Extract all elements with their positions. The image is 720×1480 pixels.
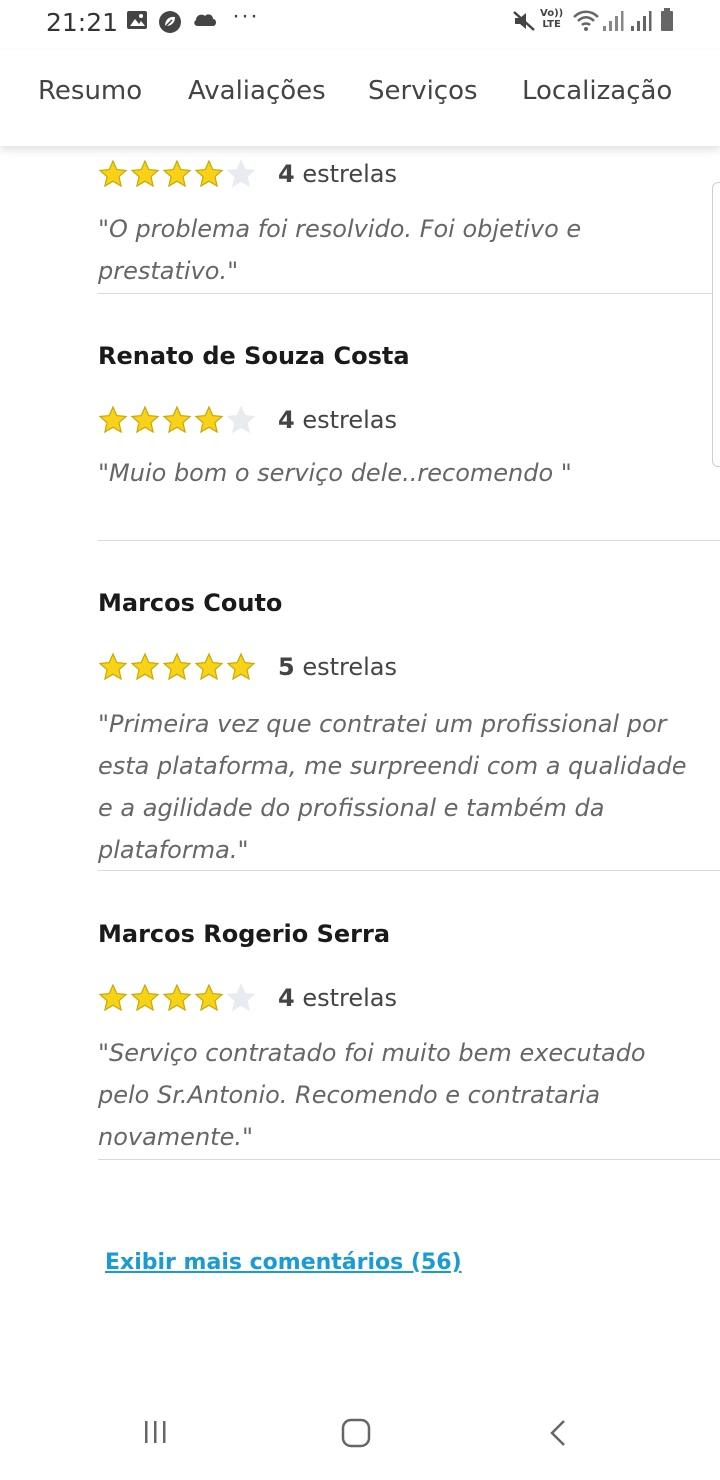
divider — [98, 870, 720, 871]
review-item: Renato de Souza Costa 4 estrelas "Muio b… — [98, 342, 720, 487]
wifi-icon — [572, 10, 600, 32]
rating-number: 4 — [278, 406, 295, 434]
tab-localizacao[interactable]: Localização — [522, 76, 672, 106]
cloud-icon — [192, 10, 218, 28]
divider — [98, 1159, 720, 1160]
review-item: Marcos Rogerio Serra 4 estrelas "Serviço… — [98, 920, 720, 1151]
star-filled-icon — [130, 652, 160, 681]
image-icon — [126, 10, 148, 30]
rating-word: estrelas — [294, 160, 397, 188]
star-empty-icon — [226, 983, 256, 1012]
battery-icon — [660, 8, 674, 32]
rating-text: 4 estrelas — [278, 160, 397, 188]
review-comment: "O problema foi resolvido. Foi objetivo … — [98, 215, 582, 285]
star-empty-icon — [226, 159, 256, 188]
star-filled-icon — [226, 652, 256, 681]
star-filled-icon — [162, 983, 192, 1012]
review-comment: "Muio bom o serviço dele..recomendo " — [98, 459, 572, 487]
volte-icon: Vo)) LTE — [540, 8, 563, 30]
rating-number: 4 — [278, 160, 295, 188]
tab-resumo[interactable]: Resumo — [38, 76, 142, 106]
star-rating: 4 estrelas — [98, 404, 397, 436]
star-filled-icon — [162, 159, 192, 188]
status-time: 21:21 — [46, 8, 119, 37]
star-rating: 5 estrelas — [98, 651, 397, 683]
section-tabs: Resumo Avaliações Serviços Localização — [0, 50, 720, 146]
star-filled-icon — [194, 159, 224, 188]
rating-text: 4 estrelas — [278, 406, 397, 434]
signal-icon — [630, 10, 652, 32]
volte-label-top: Vo)) — [540, 8, 564, 19]
recents-icon[interactable] — [142, 1418, 170, 1446]
show-more-comments-link[interactable]: Exibir mais comentários (56) — [105, 1250, 462, 1275]
review-comment: "Serviço contratado foi muito bem execut… — [98, 1039, 646, 1151]
star-filled-icon — [130, 983, 160, 1012]
rating-word: estrelas — [294, 653, 397, 681]
volte-label-bottom: LTE — [542, 19, 561, 30]
rating-number: 4 — [278, 984, 295, 1012]
star-filled-icon — [130, 159, 160, 188]
review-comment: "Primeira vez que contratei um profissio… — [98, 710, 687, 864]
star-filled-icon — [98, 405, 128, 434]
rating-word: estrelas — [294, 406, 397, 434]
tab-avaliacoes[interactable]: Avaliações — [188, 76, 326, 106]
rating-text: 5 estrelas — [278, 653, 397, 681]
tab-servicos[interactable]: Serviços — [368, 76, 478, 106]
star-filled-icon — [98, 159, 128, 188]
review-item: Marcos Couto 5 estrelas "Primeira vez qu… — [98, 589, 720, 864]
star-rating: 4 estrelas — [98, 982, 397, 1014]
rating-text: 4 estrelas — [278, 984, 397, 1012]
reviewer-name: Marcos Rogerio Serra — [98, 920, 391, 948]
reviews-list: 4 estrelas "O problema foi resolvido. Fo… — [0, 146, 720, 1386]
star-filled-icon — [130, 405, 160, 434]
mute-icon — [512, 10, 536, 32]
leaf-icon — [158, 10, 182, 34]
divider — [98, 293, 720, 294]
star-filled-icon — [98, 983, 128, 1012]
star-filled-icon — [98, 652, 128, 681]
status-bar: 21:21 ··· Vo)) LTE — [0, 0, 720, 50]
divider — [98, 540, 720, 541]
more-dots-icon: ··· — [232, 2, 259, 29]
rating-word: estrelas — [294, 984, 397, 1012]
system-nav-bar — [0, 1390, 720, 1480]
star-filled-icon — [162, 405, 192, 434]
star-empty-icon — [226, 405, 256, 434]
star-filled-icon — [194, 652, 224, 681]
scroll-handle[interactable] — [712, 182, 720, 467]
star-filled-icon — [162, 652, 192, 681]
back-icon[interactable] — [546, 1418, 570, 1448]
star-filled-icon — [194, 983, 224, 1012]
home-icon[interactable] — [340, 1418, 372, 1448]
reviewer-name: Renato de Souza Costa — [98, 342, 410, 370]
reviewer-name: Marcos Couto — [98, 589, 283, 617]
signal-icon — [602, 10, 624, 32]
star-filled-icon — [194, 405, 224, 434]
star-rating: 4 estrelas — [98, 158, 397, 190]
rating-number: 5 — [278, 653, 295, 681]
